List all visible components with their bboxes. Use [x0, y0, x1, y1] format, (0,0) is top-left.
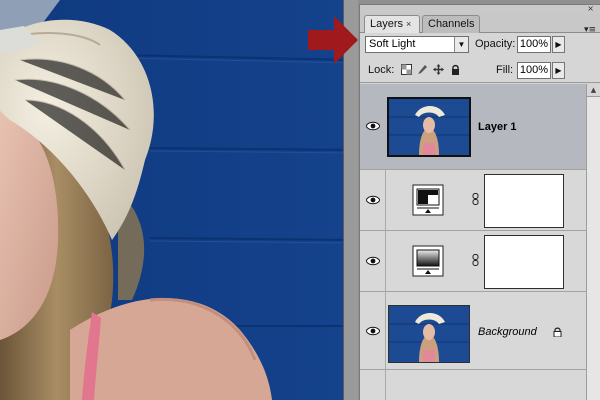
scroll-up-arrow-icon[interactable]: ▲ [587, 84, 600, 97]
link-chain-icon[interactable] [472, 193, 479, 205]
layer-thumbnail-photo [389, 99, 469, 155]
opacity-slider-button[interactable]: ▶ [552, 36, 565, 53]
gradient-map-adjustment-icon[interactable] [412, 245, 444, 277]
fill-slider-button[interactable]: ▶ [552, 62, 565, 79]
layer-row-layer-1[interactable]: Layer 1 [360, 84, 586, 170]
layer-row-adjustment-2[interactable]: ... [360, 231, 600, 292]
opacity-input[interactable]: 100% [517, 36, 551, 53]
layer-thumbnail[interactable] [388, 305, 470, 363]
layer-row-adjustment-1[interactable]: ... [360, 170, 600, 231]
tab-layers-label: Layers [370, 18, 404, 30]
layer-row-background[interactable]: Background [360, 292, 586, 370]
layers-panel: × Layers × Channels ▾≡ Soft Light ▼ Opaci… [359, 4, 600, 400]
lock-position-icon[interactable] [433, 64, 444, 75]
canvas-photo [0, 0, 354, 400]
lock-image-icon[interactable] [417, 64, 428, 75]
tab-channels-label: Channels [428, 18, 475, 30]
photoshop-workspace: × Layers × Channels ▾≡ Soft Light ▼ Opaci… [0, 0, 600, 400]
eye-icon[interactable] [366, 326, 380, 336]
link-chain-icon[interactable] [472, 254, 479, 266]
blend-mode-select[interactable]: Soft Light ▼ [365, 36, 469, 53]
layer-lock-icon [553, 327, 562, 337]
lock-label: Lock: [368, 64, 395, 76]
tab-channels[interactable]: Channels [422, 15, 480, 33]
blend-mode-value: Soft Light [369, 38, 416, 50]
layer-thumbnail[interactable] [387, 97, 471, 157]
panel-tabstrip: Layers × Channels ▾≡ [360, 13, 600, 35]
levels-adjustment-icon[interactable] [412, 184, 444, 216]
lock-all-icon[interactable] [450, 64, 461, 75]
lock-fill-row: Lock: Fill: 100% ▶ [360, 57, 600, 83]
eye-icon[interactable] [366, 121, 380, 131]
panel-title-bar[interactable]: × [360, 5, 600, 13]
lock-transparent-icon[interactable] [401, 64, 412, 75]
layers-list: Layer 1 ... [360, 84, 600, 400]
blend-opacity-row: Soft Light ▼ Opacity: 100% ▶ [360, 33, 600, 57]
layer-mask-thumbnail[interactable] [484, 235, 564, 289]
panel-close-button[interactable]: × [587, 5, 594, 13]
tab-close-icon[interactable]: × [406, 19, 411, 29]
fill-label: Fill: [496, 64, 514, 76]
opacity-label: Opacity: [475, 38, 516, 50]
layer-name[interactable]: Layer 1 [478, 121, 517, 133]
layer-mask-thumbnail[interactable] [484, 174, 564, 228]
document-canvas[interactable] [0, 0, 354, 400]
eye-icon[interactable] [366, 256, 380, 266]
tab-layers[interactable]: Layers × [364, 15, 420, 34]
annotation-arrow [308, 16, 358, 64]
fill-input[interactable]: 100% [517, 62, 551, 79]
eye-icon[interactable] [366, 195, 380, 205]
chevron-down-icon[interactable]: ▼ [454, 37, 468, 52]
layers-scrollbar[interactable]: ▲ [586, 84, 600, 400]
layer-name[interactable]: Background [478, 326, 537, 338]
layer-thumbnail-photo [389, 306, 469, 362]
